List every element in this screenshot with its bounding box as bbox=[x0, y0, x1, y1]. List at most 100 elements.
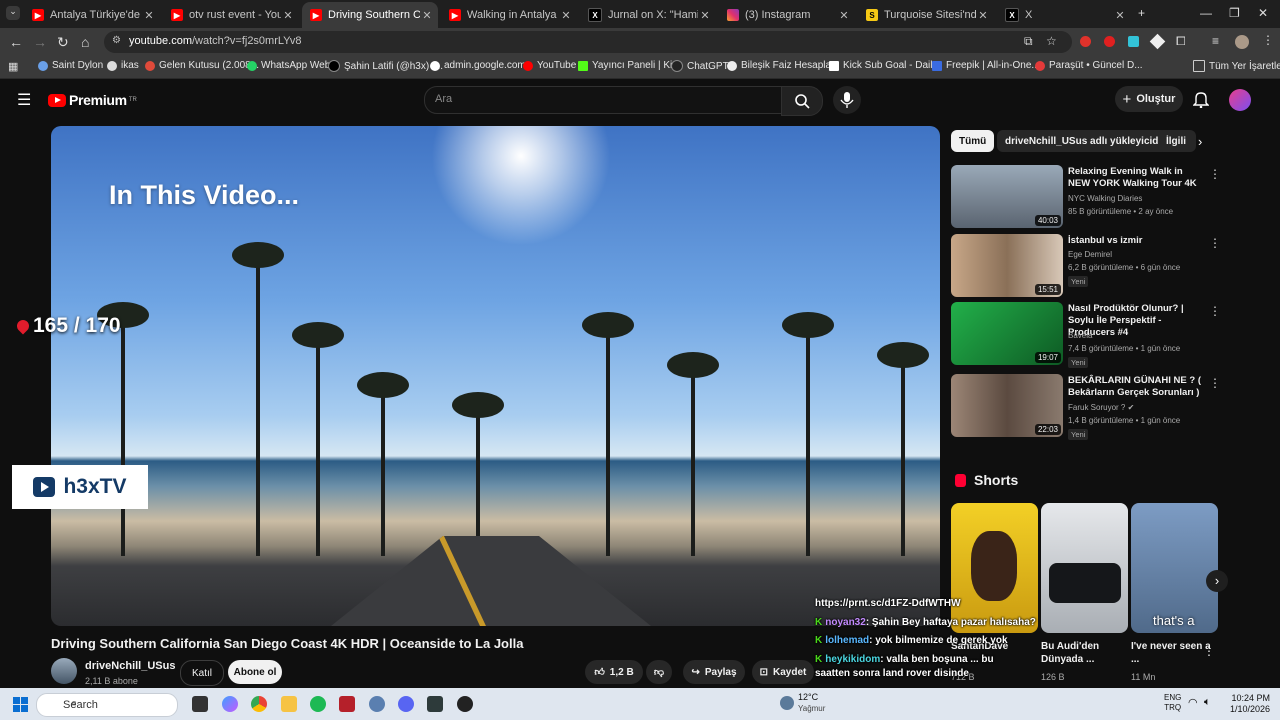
wifi-icon[interactable]: ◠ bbox=[1188, 696, 1198, 709]
close-icon[interactable]: ✕ bbox=[976, 9, 990, 22]
bookmark-item[interactable]: Kick Sub Goal - Dail... bbox=[829, 60, 941, 71]
tab-instagram[interactable]: (3) Instagram ✕ bbox=[719, 4, 855, 26]
extension-icon[interactable] bbox=[1128, 36, 1139, 47]
voice-search-button[interactable] bbox=[833, 86, 861, 114]
address-bar[interactable]: ⚙ youtube.com/watch?v=fj2s0mrLYv8 ⧉ ☆ bbox=[104, 31, 1072, 53]
reload-icon[interactable]: ↻ bbox=[57, 34, 69, 51]
task-view-icon[interactable] bbox=[192, 696, 208, 712]
extension-icon[interactable] bbox=[1104, 36, 1115, 47]
short-title[interactable]: I've never seen a ... bbox=[1131, 640, 1211, 666]
close-icon[interactable]: ✕ bbox=[420, 9, 434, 22]
copilot-icon[interactable] bbox=[222, 696, 238, 712]
bookmark-item[interactable]: Saint Dylon bbox=[38, 60, 103, 71]
settings-icon[interactable] bbox=[369, 696, 385, 712]
bookmark-item[interactable]: Paraşüt • Güncel D... bbox=[1035, 60, 1143, 71]
app-icon[interactable] bbox=[427, 696, 443, 712]
recommendation-item[interactable]: 15:51 İstanbul vs izmir Ege Demirel 6,2 … bbox=[951, 234, 1221, 298]
maximize-button[interactable]: ❐ bbox=[1229, 6, 1240, 20]
channel-avatar[interactable] bbox=[51, 658, 77, 684]
bookmark-item[interactable]: ikas bbox=[107, 60, 139, 71]
more-options-icon[interactable]: ⋮ bbox=[1209, 236, 1221, 250]
recommendation-channel[interactable]: Faruk Soruyor ? ✔ bbox=[1068, 403, 1134, 412]
subscribe-button[interactable]: Abone ol bbox=[228, 660, 282, 684]
join-button[interactable]: Katıl bbox=[180, 660, 224, 686]
recommendation-title[interactable]: BEKÂRLARIN GÜNAHI NE ? ( Bekârların Gerç… bbox=[1068, 375, 1206, 399]
like-button[interactable]: 👍︎ 1,2 B bbox=[585, 660, 643, 684]
volume-icon[interactable]: 🔈︎ bbox=[1204, 696, 1211, 709]
tab-jurnal[interactable]: X Jurnal on X: "Hamilelik for✕ bbox=[580, 4, 716, 26]
bookmark-item[interactable]: YouTube bbox=[523, 60, 576, 71]
recommendation-item[interactable]: 19:07 Nasıl Prodüktör Olunur? | Soylu İl… bbox=[951, 302, 1221, 368]
account-avatar[interactable] bbox=[1229, 89, 1251, 111]
all-bookmarks-folder[interactable]: Tüm Yer İşaretleri bbox=[1193, 60, 1280, 72]
forward-icon[interactable]: → bbox=[33, 34, 47, 50]
close-icon[interactable]: ✕ bbox=[698, 9, 712, 22]
more-options-icon[interactable]: ⋮ bbox=[1209, 304, 1221, 318]
recommendation-item[interactable]: 40:03 Relaxing Evening Walk in NEW YORK … bbox=[951, 165, 1221, 229]
bookmark-item[interactable]: admin.google.com bbox=[430, 60, 526, 71]
bookmark-item[interactable]: WhatsApp Web bbox=[247, 60, 330, 71]
extensions-puzzle-icon[interactable]: ⧠ bbox=[1176, 34, 1186, 49]
short-thumbnail[interactable] bbox=[951, 503, 1038, 633]
tab-antalya[interactable]: ▶ Antalya Türkiye'de Sürüş✕ bbox=[24, 4, 160, 26]
install-icon[interactable]: ⧉ bbox=[1024, 34, 1033, 49]
minimize-button[interactable]: — bbox=[1200, 6, 1212, 20]
obs-icon[interactable] bbox=[457, 696, 473, 712]
chevron-right-icon[interactable]: › bbox=[1198, 134, 1202, 149]
bookmark-item[interactable]: Freepik | All-in-One... bbox=[932, 60, 1040, 71]
profile-avatar[interactable] bbox=[1235, 35, 1249, 49]
extension-icon[interactable] bbox=[1080, 36, 1091, 47]
more-options-icon[interactable]: ⋮ bbox=[1203, 644, 1215, 658]
close-icon[interactable]: ✕ bbox=[281, 9, 295, 22]
file-explorer-icon[interactable] bbox=[281, 696, 297, 712]
bookmark-star-icon[interactable]: ☆ bbox=[1046, 34, 1057, 48]
bookmark-item[interactable]: Şahin Latifi (@h3x) /... bbox=[328, 60, 443, 72]
youtube-logo[interactable]: Premium TR bbox=[48, 92, 137, 108]
bookmark-item[interactable]: Yayıncı Paneli | Kick bbox=[578, 60, 682, 71]
spotify-icon[interactable] bbox=[310, 696, 326, 712]
tab-otv[interactable]: ▶ otv rust event - YouTube✕ bbox=[163, 4, 299, 26]
chrome-icon[interactable] bbox=[251, 696, 267, 712]
bookmark-item[interactable]: Bileşik Faiz Hesapla... bbox=[727, 60, 839, 71]
site-info-icon[interactable]: ⚙ bbox=[112, 35, 121, 46]
windows-start-icon[interactable] bbox=[13, 697, 28, 712]
video-player[interactable]: In This Video... bbox=[51, 126, 940, 626]
close-icon[interactable]: ✕ bbox=[837, 9, 851, 22]
discord-icon[interactable] bbox=[398, 696, 414, 712]
bookmark-item[interactable]: Gelen Kutusu (2.008... bbox=[145, 60, 259, 71]
dislike-button[interactable]: 👎︎ bbox=[646, 660, 672, 684]
extension-icon[interactable] bbox=[1149, 33, 1166, 50]
shorts-next-button[interactable]: › bbox=[1206, 570, 1228, 592]
new-tab-button[interactable]: + bbox=[1138, 6, 1145, 20]
reading-list-icon[interactable]: ≡ bbox=[1212, 34, 1219, 48]
chip-uploader[interactable]: driveNchill_USus adlı yükleyiciden bbox=[997, 130, 1179, 152]
recommendation-channel[interactable]: Bavela bbox=[1068, 331, 1092, 340]
share-button[interactable]: ↪ Paylaş bbox=[683, 660, 745, 684]
recommendation-title[interactable]: Relaxing Evening Walk in NEW YORK Walkin… bbox=[1068, 166, 1206, 190]
recommendation-title[interactable]: İstanbul vs izmir bbox=[1068, 235, 1206, 247]
more-options-icon[interactable]: ⋮ bbox=[1209, 376, 1221, 390]
close-window-button[interactable]: ✕ bbox=[1258, 6, 1268, 20]
tab-x[interactable]: X X ✕ bbox=[997, 4, 1131, 26]
recommendation-channel[interactable]: NYC Walking Diaries bbox=[1068, 194, 1142, 203]
tab-turquoise[interactable]: S Turquoise Sitesi'nde Göl✕ bbox=[858, 4, 994, 26]
recommendation-channel[interactable]: Ege Demirel bbox=[1068, 250, 1112, 259]
short-title[interactable]: Bu Audi'den Dünyada ... bbox=[1041, 640, 1121, 666]
short-thumbnail[interactable] bbox=[1041, 503, 1128, 633]
channel-name[interactable]: driveNchill_USus bbox=[85, 660, 175, 672]
create-button[interactable]: + Oluştur bbox=[1115, 86, 1183, 112]
app-icon[interactable] bbox=[339, 696, 355, 712]
home-icon[interactable]: ⌂ bbox=[81, 34, 89, 50]
close-icon[interactable]: ✕ bbox=[1113, 9, 1127, 22]
close-icon[interactable]: ✕ bbox=[559, 9, 573, 22]
bookmark-item[interactable]: ChatGPT bbox=[671, 60, 729, 72]
recommendation-item[interactable]: 22:03 BEKÂRLARIN GÜNAHI NE ? ( Bekârları… bbox=[951, 374, 1221, 440]
hamburger-menu-icon[interactable]: ☰ bbox=[17, 90, 31, 110]
save-button[interactable]: ⊡ Kaydet bbox=[752, 660, 814, 684]
notifications-bell-icon[interactable] bbox=[1193, 91, 1209, 108]
more-options-icon[interactable]: ⋮ bbox=[1209, 167, 1221, 181]
chip-related[interactable]: İlgili bbox=[1158, 130, 1196, 152]
search-button[interactable] bbox=[781, 86, 823, 116]
language-indicator[interactable]: ENG TRQ bbox=[1164, 693, 1181, 713]
tab-driving-active[interactable]: ▶ Driving Southern California✕ bbox=[302, 2, 438, 28]
